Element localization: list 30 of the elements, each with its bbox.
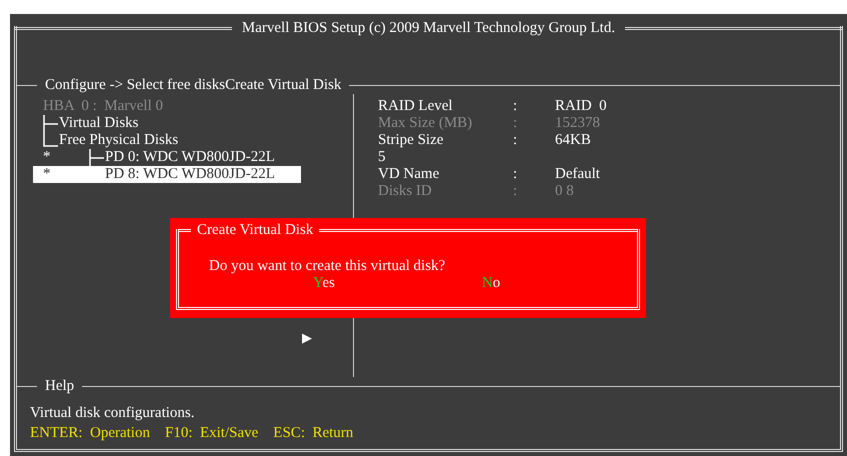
pointer-arrow: ▶	[302, 330, 312, 346]
setting-value: 152378	[555, 115, 601, 132]
setting-value[interactable]: RAID 0	[555, 98, 840, 115]
setting-value[interactable]: 64KB	[555, 132, 840, 149]
key-hints: ENTER: Operation F10: Exit/Save ESC: Return	[30, 424, 354, 443]
window-title: Marvell BIOS Setup (c) 2009 Marvell Technology Group Ltd.	[240, 20, 616, 36]
setting-value: 0 8	[555, 183, 575, 200]
setting-label: VD Name	[378, 166, 440, 183]
setting-value[interactable]: Default	[555, 166, 840, 183]
separator: :	[513, 166, 518, 183]
tree-branch-icon	[43, 132, 59, 149]
setting-label: Disks ID	[378, 183, 433, 200]
separator: :	[513, 98, 518, 115]
separator: :	[513, 183, 518, 200]
help-title: Help	[44, 378, 76, 394]
setting-label: Stripe Size	[378, 132, 444, 149]
dialog-option[interactable]: No	[482, 275, 500, 292]
section-title: Configure -> Select free disksCreate Virtual Disk	[44, 76, 342, 94]
setting-text: 5	[378, 149, 386, 166]
help-text: Virtual disk configurations.	[30, 404, 196, 423]
setting-label: RAID Level	[378, 98, 454, 115]
tree-branch-icon	[43, 115, 59, 132]
dialog-message: Do you want to create this virtual disk?	[208, 258, 446, 275]
setting-label: Max Size (MB)	[378, 115, 474, 132]
separator: :	[513, 132, 518, 149]
dialog-option[interactable]: Yes	[313, 275, 335, 292]
tree-branch-icon	[89, 149, 105, 166]
separator: :	[513, 115, 518, 132]
tree-root: HBA 0 : Marvell 0	[43, 98, 163, 115]
dialog-title: Create Virtual Disk	[196, 222, 314, 238]
